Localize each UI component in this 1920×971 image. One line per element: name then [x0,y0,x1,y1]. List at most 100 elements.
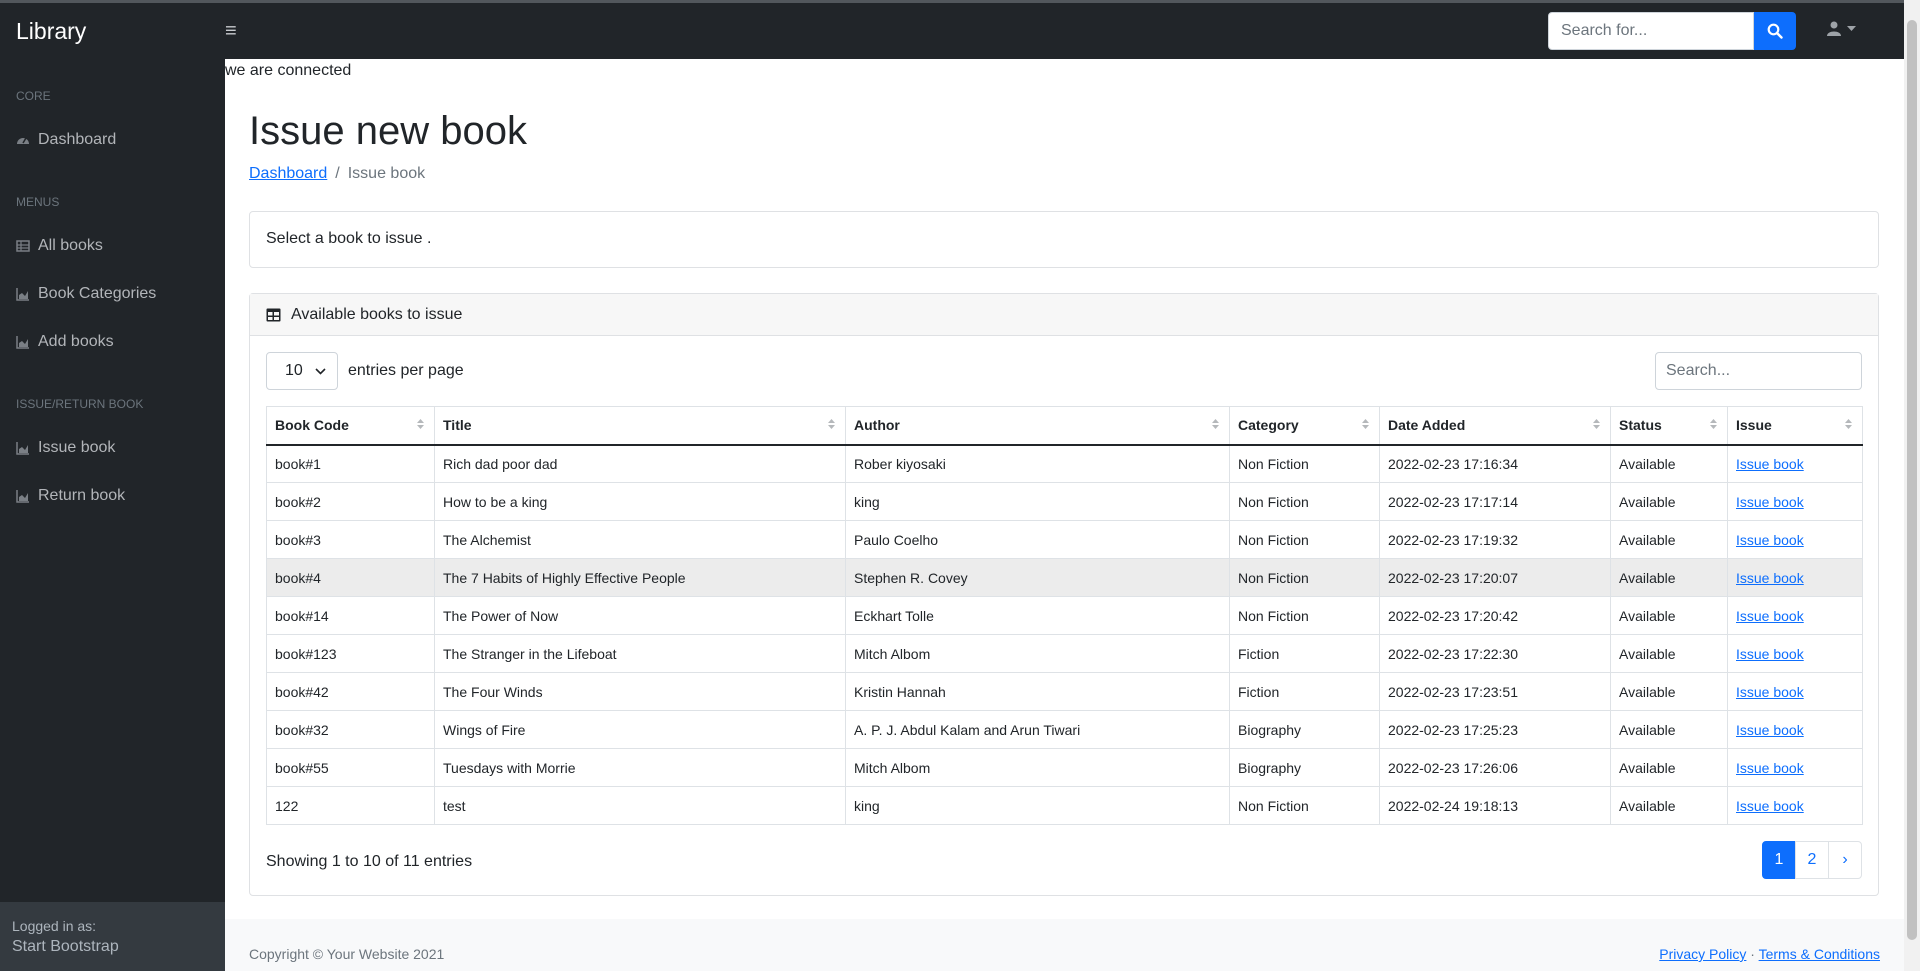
user-dropdown[interactable] [1827,21,1856,36]
navbar-search [1548,12,1796,50]
notice-card: Select a book to issue . [249,211,1879,268]
table-icon [266,308,281,321]
column-header[interactable]: Author [845,406,1230,446]
breadcrumb-separator: / [335,165,340,182]
issue-book-link[interactable]: Issue book [1736,494,1804,510]
next-page-button[interactable]: › [1828,841,1862,879]
table-cell: Eckhart Tolle [845,596,1230,635]
sidebar-item-all-books[interactable]: All books [16,237,103,255]
books-table: Book Code Title Author Category Date Add… [266,406,1863,825]
area-chart-icon [16,335,30,349]
area-chart-icon [16,287,30,301]
sidebar-item-dashboard[interactable]: Dashboard [16,131,116,149]
issue-book-link[interactable]: Issue book [1736,646,1804,662]
sidebar-heading-core: Core [16,89,51,103]
table-cell: 2022-02-23 17:16:34 [1379,444,1611,483]
card-header: Available books to issue [250,294,1878,336]
page-button-2[interactable]: 2 [1795,841,1829,879]
table-row: book#3 The Alchemist Paulo Coelho Non Ficti… [266,520,1863,559]
sort-icon [1212,419,1219,429]
table-cell: Biography [1229,710,1380,749]
sidebar-item-label: Add books [38,333,114,350]
table-cell: Available [1610,558,1728,597]
issue-book-link[interactable]: Issue book [1736,608,1804,624]
footer-links: Privacy Policy · Terms & Conditions [1659,946,1880,962]
page-button-1[interactable]: 1 [1762,841,1796,879]
notice-text: Select a book to issue . [266,230,432,247]
table-header-row: Book Code Title Author Category Date Add… [266,406,1863,446]
table-row: book#42 The Four Winds Kristin Hannah Ficti… [266,672,1863,711]
sort-icon [1845,419,1852,429]
search-icon [1767,23,1783,39]
books-card: Available books to issue 10 entries per … [249,293,1879,896]
sidebar: Core Dashboard Menus All books Book Cate… [0,59,225,971]
table-cell: 2022-02-23 17:26:06 [1379,748,1611,787]
column-header[interactable]: Book Code [266,406,435,446]
table-icon [16,239,30,253]
vertical-scrollbar[interactable] [1904,0,1920,971]
issue-cell: Issue book [1727,748,1863,787]
chevron-down-icon [315,367,326,375]
table-cell: Rich dad poor dad [434,444,846,483]
column-header[interactable]: Issue [1727,406,1863,446]
sidebar-item-add-books[interactable]: Add books [16,333,114,351]
table-cell: Available [1610,596,1728,635]
scrollbar-thumb[interactable] [1907,20,1917,940]
table-cell: 2022-02-24 19:18:13 [1379,786,1611,825]
breadcrumb: Dashboard / Issue book [249,165,425,183]
issue-book-link[interactable]: Issue book [1736,722,1804,738]
column-header[interactable]: Title [434,406,846,446]
table-cell: A. P. J. Abdul Kalam and Arun Tiwari [845,710,1230,749]
sidebar-item-return-book[interactable]: Return book [16,487,125,505]
table-cell: book#55 [266,748,435,787]
table-cell: Available [1610,444,1728,483]
caret-down-icon [1847,25,1856,31]
table-cell: 2022-02-23 17:23:51 [1379,672,1611,711]
table-cell: Mitch Albom [845,748,1230,787]
table-cell: Wings of Fire [434,710,846,749]
page-title: Issue new book [249,109,527,153]
tachometer-icon [16,133,30,147]
breadcrumb-dashboard-link[interactable]: Dashboard [249,165,327,183]
issue-cell: Issue book [1727,444,1863,483]
column-header[interactable]: Category [1229,406,1380,446]
issue-cell: Issue book [1727,558,1863,597]
sidebar-item-label: Book Categories [38,285,157,302]
sidebar-toggle-icon[interactable]: ≡ [225,20,237,43]
table-cell: test [434,786,846,825]
table-body: book#1 Rich dad poor dad Rober kiyosaki Non… [266,444,1863,825]
table-cell: The Alchemist [434,520,846,559]
pagination: 1 2 › [1762,841,1862,879]
table-row: book#2 How to be a king king Non Fiction 202… [266,482,1863,521]
navbar-search-button[interactable] [1754,12,1796,50]
brand-logo[interactable]: Library [0,18,225,45]
entries-select[interactable]: 10 [266,352,338,390]
navbar-search-input[interactable] [1548,12,1754,50]
issue-cell: Issue book [1727,672,1863,711]
table-cell: Tuesdays with Morrie [434,748,846,787]
area-chart-icon [16,489,30,503]
table-search-input[interactable] [1655,352,1862,390]
issue-book-link[interactable]: Issue book [1736,684,1804,700]
issue-book-link[interactable]: Issue book [1736,570,1804,586]
table-cell: Non Fiction [1229,482,1380,521]
table-cell: 2022-02-23 17:25:23 [1379,710,1611,749]
sidebar-item-label: All books [38,237,103,254]
sort-icon [1593,419,1600,429]
terms-link[interactable]: Terms & Conditions [1759,946,1880,962]
entries-per-page: 10 entries per page [266,352,464,390]
column-header[interactable]: Status [1610,406,1728,446]
sidebar-item-issue-book[interactable]: Issue book [16,439,115,457]
sidebar-item-book-categories[interactable]: Book Categories [16,285,156,303]
issue-book-link[interactable]: Issue book [1736,456,1804,472]
footer-separator: · [1750,946,1755,962]
copyright-text: Copyright © Your Website 2021 [249,946,445,962]
issue-book-link[interactable]: Issue book [1736,532,1804,548]
privacy-policy-link[interactable]: Privacy Policy [1659,946,1746,962]
entries-label: entries per page [348,362,464,379]
issue-book-link[interactable]: Issue book [1736,798,1804,814]
sidebar-footer: Logged in as: Start Bootstrap [0,902,225,971]
column-header[interactable]: Date Added [1379,406,1611,446]
table-info: Showing 1 to 10 of 11 entries [266,853,473,870]
issue-book-link[interactable]: Issue book [1736,760,1804,776]
